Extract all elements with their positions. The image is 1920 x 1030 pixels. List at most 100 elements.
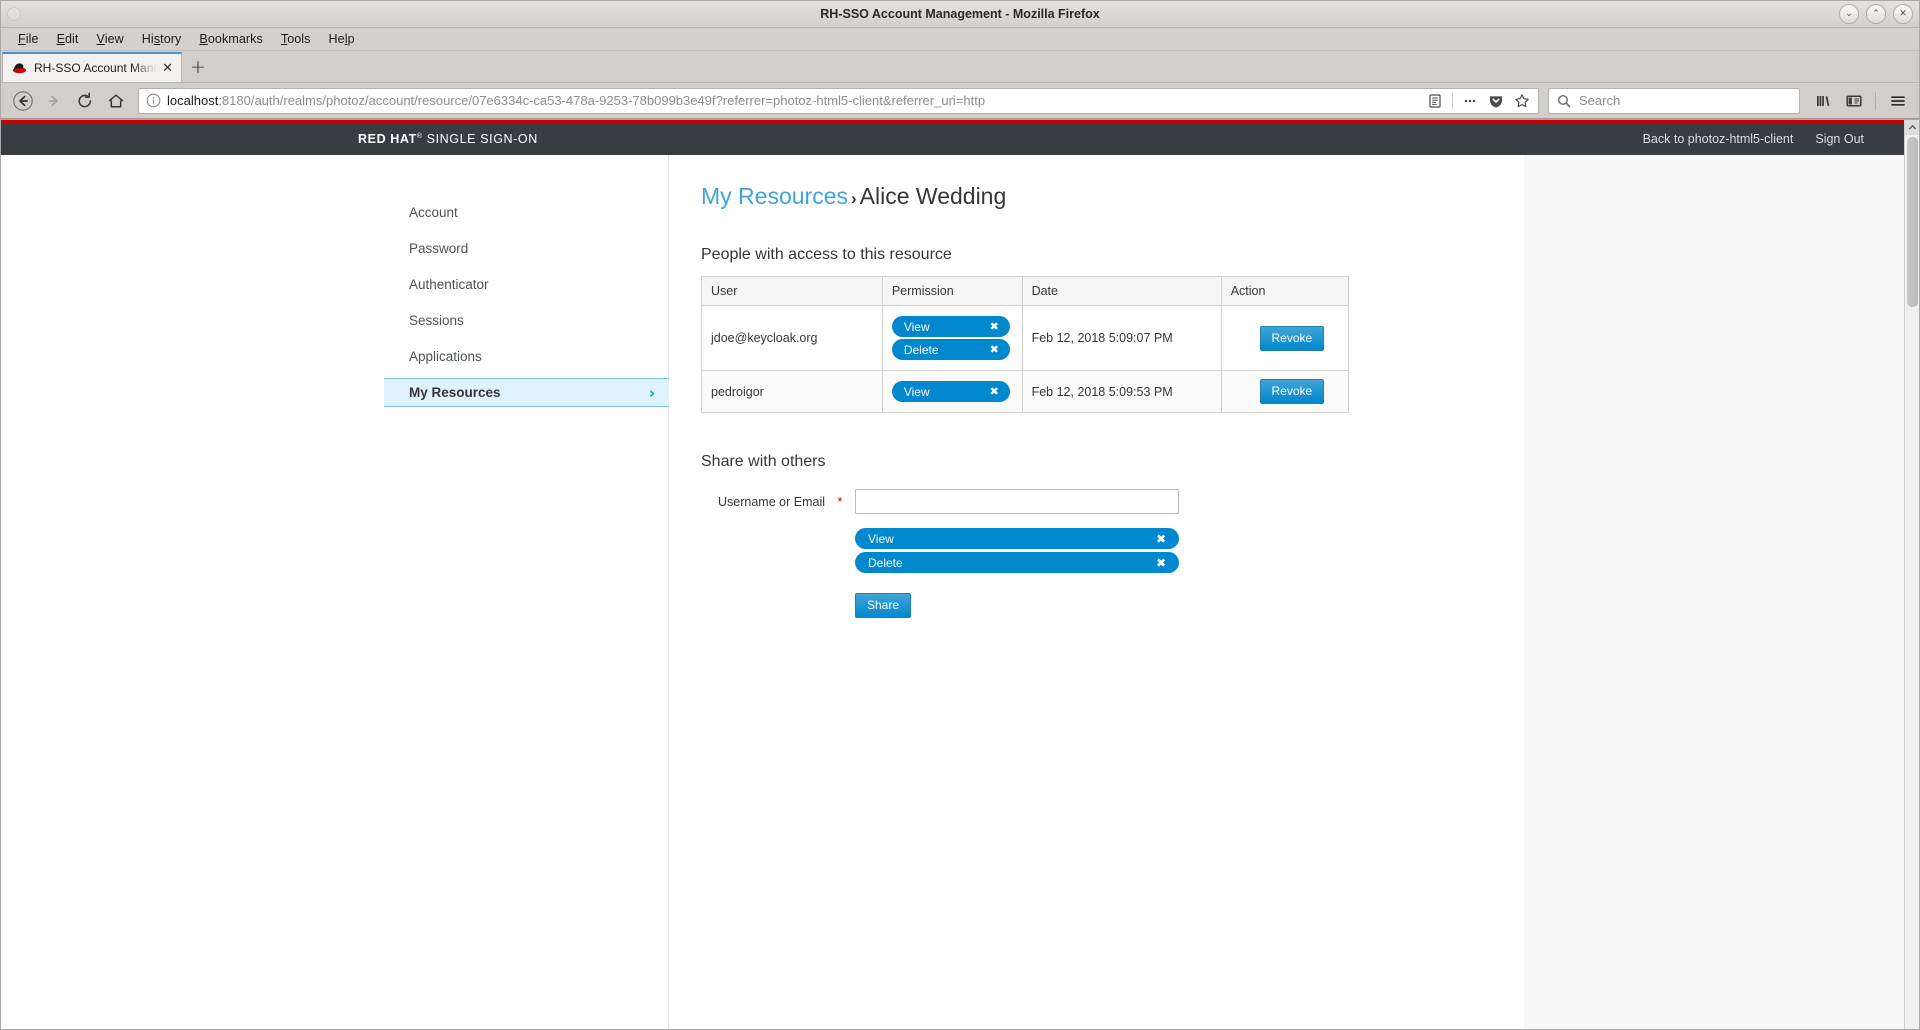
username-or-email-input[interactable] xyxy=(855,489,1179,514)
remove-permission-icon[interactable]: ✖ xyxy=(1156,532,1166,546)
new-tab-button[interactable]: + xyxy=(182,52,214,82)
search-input[interactable]: Search xyxy=(1579,93,1620,108)
info-circle-icon[interactable] xyxy=(146,93,161,108)
sidebar-toggle-icon[interactable] xyxy=(1839,86,1868,115)
sidebar-item-authenticator[interactable]: Authenticator xyxy=(384,270,669,299)
access-table-head: User Permission Date Action xyxy=(701,276,1350,306)
logo-product-text: SINGLE SIGN-ON xyxy=(426,132,538,146)
toolbar-divider xyxy=(1875,91,1876,110)
url-bar-actions xyxy=(1423,89,1534,113)
redhat-fedora-icon xyxy=(11,60,28,77)
navigation-toolbar: localhost:8180/auth/realms/photoz/accoun… xyxy=(1,83,1919,119)
url-divider xyxy=(1452,92,1453,109)
page-scrollbar[interactable] xyxy=(1904,120,1919,1029)
share-button[interactable]: Share xyxy=(855,593,912,618)
menu-edit[interactable]: Edit xyxy=(48,30,88,48)
sidebar-item-password[interactable]: Password xyxy=(384,234,669,263)
sidebar-item-label: Applications xyxy=(409,349,482,364)
window-controls: ⌄ ⌃ ✕ xyxy=(1839,4,1913,24)
cell-permissions: View ✖ Delete ✖ xyxy=(881,305,1023,371)
ellipsis-icon[interactable] xyxy=(1458,89,1482,113)
star-icon[interactable] xyxy=(1510,89,1534,113)
share-permission-label: View xyxy=(868,531,894,546)
column-header-date: Date xyxy=(1021,276,1222,306)
url-bar[interactable]: localhost:8180/auth/realms/photoz/accoun… xyxy=(138,87,1539,114)
remove-permission-icon[interactable]: ✖ xyxy=(990,385,999,398)
menu-bar: File Edit View History Bookmarks Tools H… xyxy=(1,28,1919,51)
username-field-label: Username or Email xyxy=(718,494,825,509)
content-card: My Resources › Alice Wedding People with a… xyxy=(669,155,1524,1029)
browser-viewport: RED HAT® SINGLE SIGN-ON Back to photoz-h… xyxy=(1,119,1919,1029)
menu-bookmarks[interactable]: Bookmarks xyxy=(190,30,271,48)
menu-file[interactable]: File xyxy=(9,30,48,48)
logo-registered-mark: ® xyxy=(416,132,423,140)
remove-permission-icon[interactable]: ✖ xyxy=(990,343,999,356)
cell-action: Revoke xyxy=(1220,370,1350,413)
maximize-button[interactable]: ⌃ xyxy=(1866,4,1886,24)
sidebar-item-account[interactable]: Account xyxy=(384,198,669,227)
url-path: :8180/auth/realms/photoz/account/resourc… xyxy=(218,93,986,108)
forward-arrow-icon[interactable] xyxy=(39,86,68,115)
share-permission-pill-delete[interactable]: Delete ✖ xyxy=(855,552,1179,573)
chevron-right-icon: › xyxy=(648,383,655,402)
cell-permissions: View ✖ xyxy=(881,370,1023,413)
column-header-user: User xyxy=(701,276,883,306)
close-button[interactable]: ✕ xyxy=(1893,4,1913,24)
search-bar[interactable]: Search xyxy=(1548,87,1800,114)
window-menu-dot xyxy=(7,7,21,21)
breadcrumb: My Resources › Alice Wedding xyxy=(701,183,1524,210)
sidebar: Account Password Authenticator Sessions xyxy=(1,155,669,1029)
permission-pill-label: Delete xyxy=(903,342,939,357)
scrollbar-thumb[interactable] xyxy=(1906,137,1918,307)
sidebar-item-label: Account xyxy=(409,205,458,220)
column-header-permission: Permission xyxy=(881,276,1023,306)
menu-help[interactable]: Help xyxy=(320,30,364,48)
access-section-title: People with access to this resource xyxy=(701,246,952,263)
permission-pill-delete[interactable]: Delete ✖ xyxy=(891,339,1010,360)
header-links: Back to photoz-html5-client Sign Out xyxy=(1643,132,1864,146)
browser-tab[interactable]: RH-SSO Account Manage ✕ xyxy=(2,52,182,82)
permission-pill-view[interactable]: View ✖ xyxy=(891,381,1010,402)
pocket-shield-icon[interactable] xyxy=(1484,89,1508,113)
permission-pill-label: View xyxy=(903,319,930,334)
sidebar-item-applications[interactable]: Applications xyxy=(384,342,669,371)
revoke-button-wrap: Revoke xyxy=(1231,379,1339,404)
cell-date: Feb 12, 2018 5:09:53 PM xyxy=(1021,370,1222,413)
menu-tools[interactable]: Tools xyxy=(272,30,320,48)
minimize-button[interactable]: ⌄ xyxy=(1839,4,1859,24)
permission-pill-view[interactable]: View ✖ xyxy=(891,316,1010,337)
sidebar-item-label: Password xyxy=(409,241,469,256)
revoke-button[interactable]: Revoke xyxy=(1259,325,1325,351)
url-host: localhost xyxy=(167,93,219,108)
remove-permission-icon[interactable]: ✖ xyxy=(990,320,999,333)
menu-view[interactable]: View xyxy=(88,30,133,48)
access-table-body: jdoe@keycloak.org View ✖ Delete ✖ Feb 12… xyxy=(701,305,1350,413)
sidebar-item-my-resources[interactable]: My Resources › xyxy=(384,378,669,407)
reload-icon[interactable] xyxy=(70,86,99,115)
revoke-button-wrap: Revoke xyxy=(1231,325,1339,351)
breadcrumb-link-my-resources[interactable]: My Resources xyxy=(701,183,848,209)
scroll-up-arrow-icon[interactable] xyxy=(1904,120,1919,135)
back-to-client-link[interactable]: Back to photoz-html5-client xyxy=(1643,132,1794,146)
reader-view-icon[interactable] xyxy=(1423,89,1447,113)
cell-user: pedroigor xyxy=(701,370,883,413)
menu-history[interactable]: History xyxy=(133,30,191,48)
tab-close-icon[interactable]: ✕ xyxy=(160,61,175,76)
permission-pill-label: View xyxy=(903,384,930,399)
url-text[interactable]: localhost:8180/auth/realms/photoz/accoun… xyxy=(167,93,1423,108)
home-icon[interactable] xyxy=(101,86,130,115)
back-arrow-icon[interactable] xyxy=(8,86,37,115)
share-permissions-list: View ✖ Delete ✖ xyxy=(855,528,1179,573)
access-table: User Permission Date Action jdoe@keycloa… xyxy=(701,276,1350,413)
toolbar-right-actions xyxy=(1808,86,1912,115)
logo-redhat-text: RED HAT xyxy=(358,132,417,146)
site-logo: RED HAT® SINGLE SIGN-ON xyxy=(358,132,538,146)
hamburger-menu-icon[interactable] xyxy=(1883,86,1912,115)
sidebar-item-sessions[interactable]: Sessions xyxy=(384,306,669,335)
sign-out-link[interactable]: Sign Out xyxy=(1815,132,1864,146)
library-icon[interactable] xyxy=(1808,86,1837,115)
revoke-button[interactable]: Revoke xyxy=(1259,379,1325,404)
required-marker: * xyxy=(837,494,843,509)
share-permission-pill-view[interactable]: View ✖ xyxy=(855,528,1179,549)
remove-permission-icon[interactable]: ✖ xyxy=(1156,556,1166,570)
